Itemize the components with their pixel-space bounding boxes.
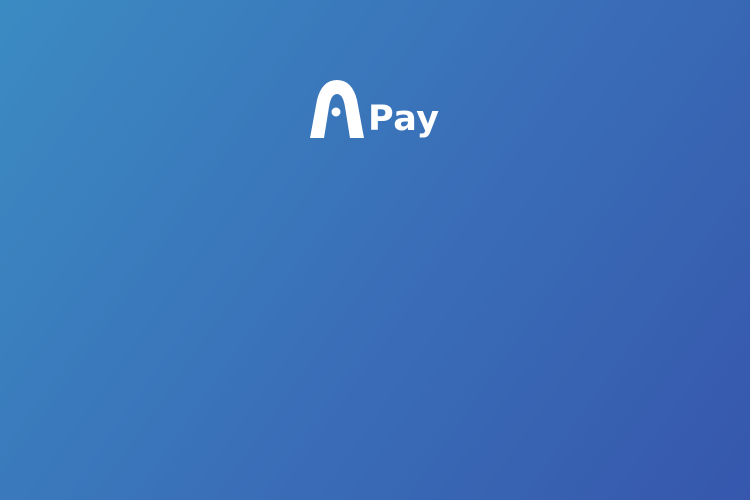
brand-wordmark: Pay: [368, 99, 440, 139]
brand-logo: Pay: [308, 80, 440, 150]
arch-a-logo-icon: [308, 80, 366, 138]
splash-screen: Pay: [0, 0, 750, 500]
